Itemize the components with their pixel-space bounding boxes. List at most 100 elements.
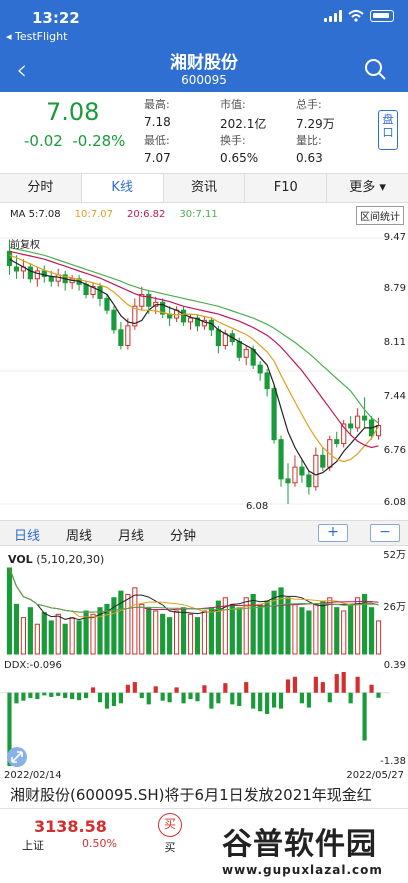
ma20-label: 20:6.82 (127, 209, 166, 220)
ddx-bar (258, 692, 263, 712)
candle-body (355, 415, 361, 429)
candle-body (257, 364, 263, 374)
zoom-in-button[interactable]: + (318, 524, 348, 542)
tab-timeshare[interactable]: 分时 (0, 174, 82, 202)
volume-bar (215, 600, 221, 655)
volume-bar (90, 613, 96, 655)
ddx-bar (28, 692, 33, 699)
ddx-bar (181, 692, 186, 704)
ma30-label: 30:7.11 (179, 209, 218, 220)
volume-bar (285, 597, 291, 655)
ddx-bar (77, 692, 82, 701)
kline-chart[interactable] (0, 226, 408, 516)
ddx-bar (111, 692, 117, 706)
volume-bar (292, 603, 298, 655)
ddx-bar (369, 684, 374, 693)
volume-bar (55, 613, 61, 655)
ddx-bar (292, 676, 298, 693)
ddx-bar (83, 692, 89, 699)
ddx-bar (285, 679, 291, 693)
tab-f10[interactable]: F10 (245, 174, 328, 202)
ddx-bar (216, 692, 221, 704)
ddx-bar (14, 692, 19, 704)
quote-turnover: 换手: 0.65% (220, 134, 259, 165)
start-date: 2022/02/14 (4, 770, 62, 781)
volume-bar (313, 603, 319, 655)
volume-bar (236, 607, 242, 655)
candle-body (264, 372, 270, 390)
candle-body (125, 325, 131, 346)
news-ticker[interactable]: 湘财股份(600095.SH)将于6月1日发放2021年现金红 (0, 784, 408, 808)
price-change: -0.02 -0.28% (24, 132, 126, 150)
candle-body (285, 478, 291, 484)
order-book-button[interactable]: 盘口 (378, 110, 398, 150)
volume-bar (20, 617, 26, 655)
ddx-bar (237, 692, 242, 706)
ddx-bar (35, 692, 40, 700)
tab-kline[interactable]: K线 (81, 174, 164, 202)
zoom-out-button[interactable]: − (370, 524, 400, 542)
range-stats-button[interactable]: 区间统计 (356, 206, 404, 225)
tab-news[interactable]: 资讯 (164, 174, 246, 202)
search-icon[interactable] (364, 58, 386, 80)
ddx-bar (355, 676, 360, 693)
candle-body (334, 439, 340, 445)
wifi-icon (348, 10, 364, 22)
ddx-bar (223, 683, 228, 693)
ddx-bar (146, 692, 151, 705)
candle-body (313, 454, 319, 488)
volume-bar (348, 603, 354, 655)
ddx-bar (195, 692, 200, 702)
bottom-bar: 3138.58 上证 0.50% 买 买 谷普软件园 www.gupuxlaza… (0, 808, 408, 883)
ma5-label: MA 5:7.08 (10, 209, 61, 220)
ddx-bar (167, 692, 172, 703)
volume-bar (194, 617, 201, 655)
price-axis-label: 6.08 (383, 497, 406, 508)
tab-more[interactable]: 更多 ▾ (327, 174, 408, 202)
candle-body (118, 329, 124, 346)
tab-minute[interactable]: 分钟 (170, 525, 196, 544)
ddx-bar (320, 682, 325, 693)
tab-weekly[interactable]: 周线 (66, 525, 92, 544)
candle-body (6, 250, 13, 266)
period-tabs: 日线 周线 月线 分钟 + − (0, 520, 408, 546)
app-header: 13:22 ◂ TestFlight ‹ 湘财股份 600095 (0, 0, 408, 92)
main-tabs: 分时 K线 资讯 F10 更多 ▾ (0, 173, 408, 203)
back-to-app-link[interactable]: ◂ TestFlight (6, 30, 67, 43)
ddx-bar (251, 692, 256, 709)
fullscreen-icon[interactable] (6, 746, 28, 768)
candle-body (271, 388, 277, 441)
volume-bar (257, 603, 263, 655)
volume-bar (27, 607, 33, 655)
fuquan-label[interactable]: 前复权 (10, 236, 40, 251)
quote-panel: 7.08 -0.02 -0.28% 最高: 7.18 市值: 202.1亿 总手: 7… (0, 92, 408, 170)
ddx-bar (313, 676, 318, 693)
ma5-line (9, 258, 379, 476)
index-value[interactable]: 3138.58 (34, 817, 107, 836)
tab-monthly[interactable]: 月线 (118, 525, 144, 544)
volume-axis-label: 52万 (383, 550, 406, 561)
quote-market-cap: 市值: 202.1亿 (220, 98, 267, 131)
tab-daily[interactable]: 日线 (14, 525, 40, 544)
volume-bar (264, 600, 270, 655)
ddx-bar (153, 686, 158, 693)
ddx-bar (348, 692, 353, 704)
volume-label: VOL (5,10,20,30) (8, 553, 105, 566)
page-title: 湘财股份 (170, 53, 238, 73)
volume-bar (375, 620, 382, 655)
volume-bar (355, 597, 361, 655)
volume-bar (180, 607, 187, 655)
ma10-label: 10:7.07 (74, 209, 114, 220)
candle-body (362, 415, 368, 421)
ddx-bar (160, 692, 165, 701)
battery-icon (370, 10, 394, 22)
price-axis-label: 6.76 (383, 445, 406, 456)
price-axis-label: 7.44 (383, 391, 406, 402)
ddx-bar (97, 692, 103, 703)
volume-bar (167, 617, 173, 655)
ddx-bar (70, 692, 75, 700)
ddx-bar (104, 692, 110, 709)
signal-icon (324, 10, 342, 22)
buy-button[interactable]: 买 买 (152, 813, 188, 855)
volume-bar (250, 593, 256, 655)
